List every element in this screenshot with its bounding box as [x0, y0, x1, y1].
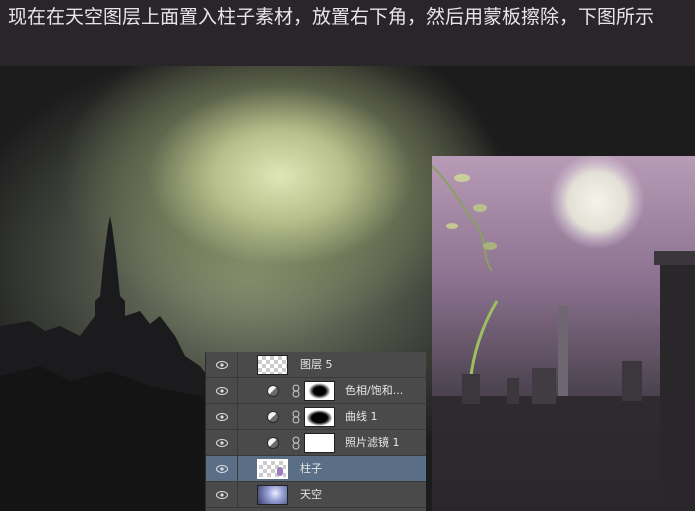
pillar-scene	[432, 165, 695, 511]
layer-row-pillar[interactable]: 柱子	[206, 456, 426, 482]
layer-thumbnail	[257, 459, 288, 479]
pillar-photo-layer[interactable]	[432, 156, 695, 511]
visibility-divider	[237, 352, 238, 378]
adjustment-layer-icon	[267, 385, 279, 397]
layer-row-hue-saturation[interactable]: 色相/饱和...	[206, 378, 426, 404]
eye-icon[interactable]	[216, 490, 228, 500]
eye-icon[interactable]	[216, 464, 228, 474]
layer-row-sky[interactable]: 天空	[206, 482, 426, 508]
eye-icon[interactable]	[216, 360, 228, 370]
chain-link-icon[interactable]	[292, 410, 300, 424]
layer-name: 曲线 1	[345, 410, 378, 423]
eye-icon[interactable]	[216, 386, 228, 396]
layer-mask-thumbnail[interactable]	[304, 407, 335, 427]
layer-name: 图层 5	[300, 358, 333, 371]
layer-mask-thumbnail[interactable]	[304, 381, 335, 401]
adjustment-layer-icon	[267, 437, 279, 449]
visibility-divider	[237, 482, 238, 508]
layer-thumbnail	[257, 485, 288, 505]
layer-name: 天空	[300, 488, 322, 501]
eye-icon[interactable]	[216, 438, 228, 448]
adjustment-layer-icon	[267, 411, 279, 423]
eye-icon[interactable]	[216, 412, 228, 422]
layer-name: 柱子	[300, 462, 322, 475]
tutorial-caption: 现在在天空图层上面置入柱子素材，放置右下角，然后用蒙板擦除，下图所示	[0, 0, 695, 66]
layer-thumbnail	[257, 355, 288, 375]
visibility-divider	[237, 404, 238, 430]
layer-mask-thumbnail[interactable]	[304, 433, 335, 453]
layer-name: 照片滤镜 1	[345, 436, 400, 449]
visibility-divider	[237, 378, 238, 404]
layer-row-layer5[interactable]: 图层 5	[206, 352, 426, 378]
castle-silhouette	[0, 216, 240, 511]
chain-link-icon[interactable]	[292, 436, 300, 450]
visibility-divider	[237, 430, 238, 456]
visibility-divider	[237, 456, 238, 482]
chain-link-icon[interactable]	[292, 384, 300, 398]
layer-name: 色相/饱和...	[345, 384, 404, 397]
layers-panel[interactable]: 图层 5 色相/饱和... 曲线 1 照片滤镜 1 柱子 天空	[205, 352, 426, 511]
layer-row-photo-filter[interactable]: 照片滤镜 1	[206, 430, 426, 456]
layer-row-curves[interactable]: 曲线 1	[206, 404, 426, 430]
